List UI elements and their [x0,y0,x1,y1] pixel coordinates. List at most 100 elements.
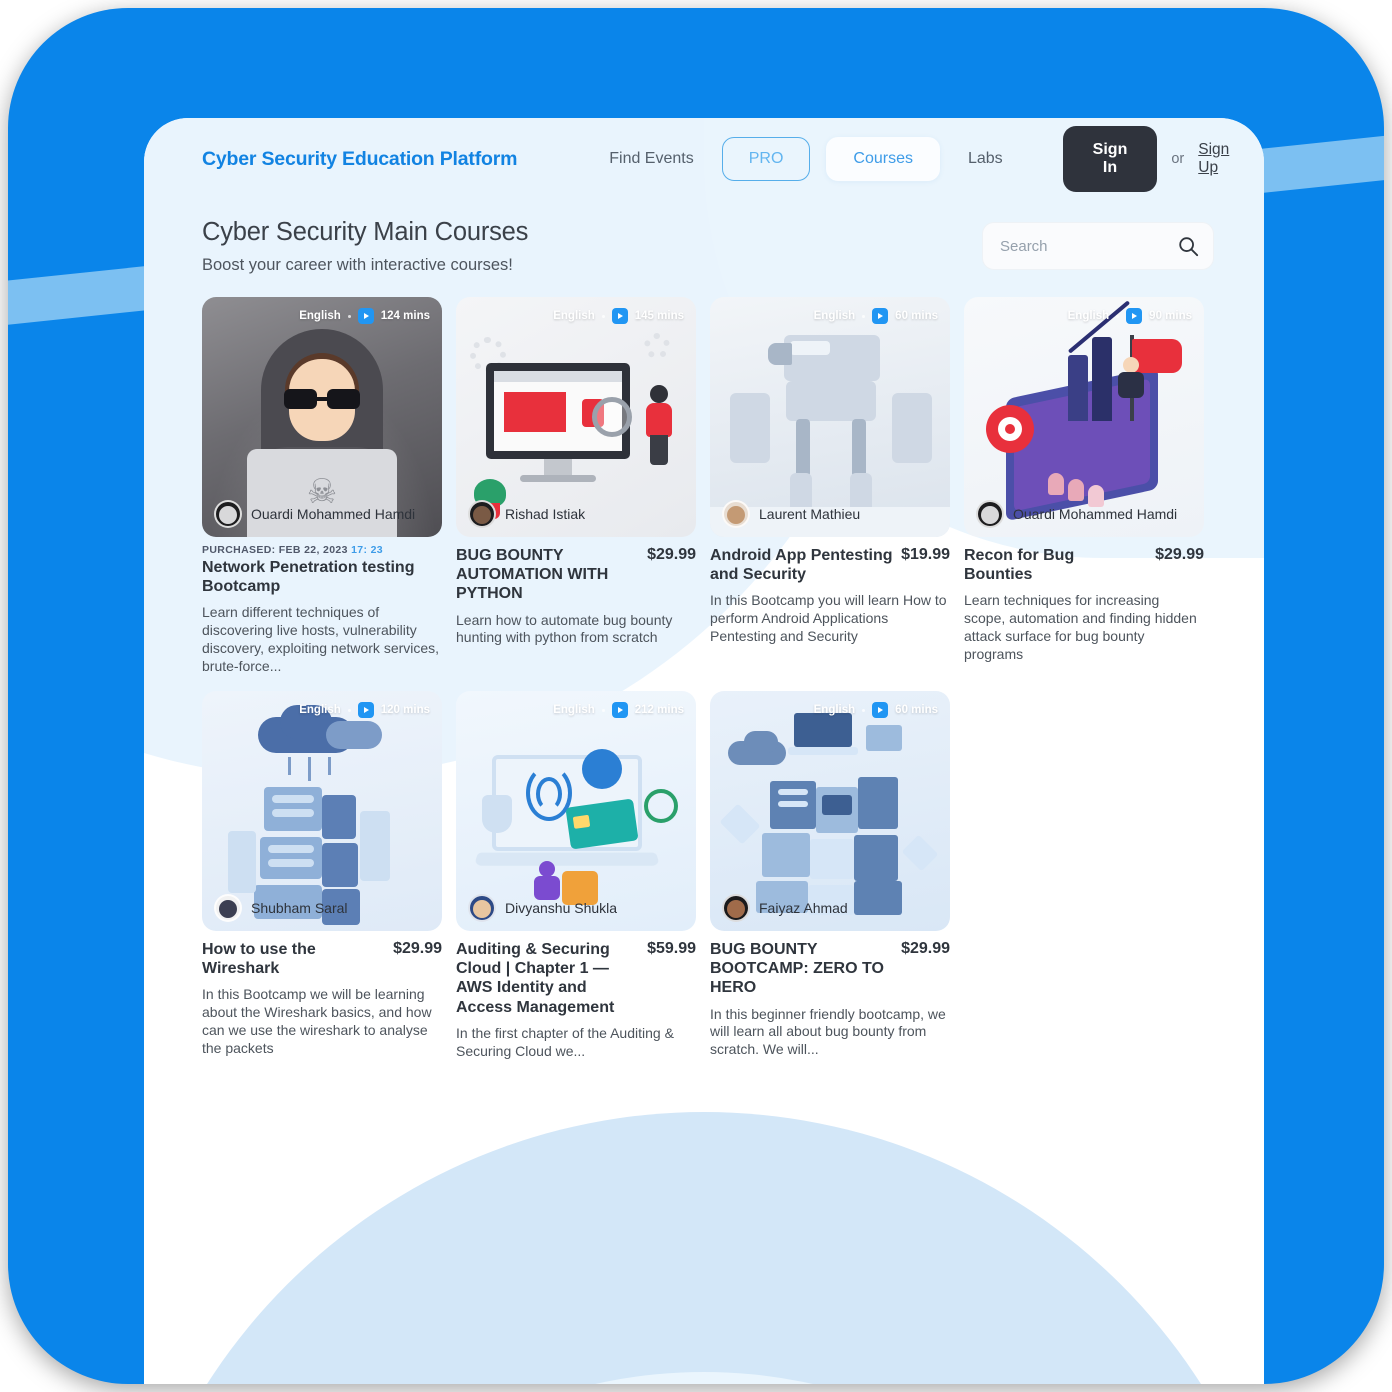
author-name: Ouardi Mohammed Hamdi [251,506,416,522]
decorative-arc-inner [204,1372,1204,1384]
course-meta-badge: English 60 mins [814,308,938,324]
course-author-row: Divyanshu Shukla [456,887,696,931]
course-title: Network Penetration testing Bootcamp [202,559,415,596]
course-grid: ☠ English 124 mins Ouardi Mohammed Hamdi… [144,275,1264,1061]
purchased-time: 17: 23 [351,544,383,556]
sign-up-link[interactable]: Sign Up [1198,141,1229,177]
language-label: English [299,310,341,322]
play-icon [611,308,628,324]
avatar [722,894,750,922]
badge-separator-dot [862,708,866,712]
language-label: English [813,704,856,716]
course-card[interactable]: English 90 mins Ouardi Mohammed Hamdi Re… [964,297,1204,664]
course-thumbnail[interactable]: English 60 mins Faiyaz Ahmad [710,691,950,931]
course-description: Learn different techniques of discoverin… [202,604,440,675]
duration-label: 60 mins [895,310,938,322]
play-icon [357,308,374,324]
purchased-label: PURCHASED: [202,544,276,556]
badge-separator-dot [1116,314,1120,318]
play-icon [611,702,628,718]
course-meta-badge: English 212 mins [553,702,684,718]
course-title: Auditing & Securing Cloud | Chapter 1 — … [456,941,615,1016]
course-price: $59.99 [647,940,696,957]
course-title: Recon for Bug Bounties [964,547,1075,584]
course-description: Learn techniques for increasing scope, a… [964,592,1197,663]
language-label: English [813,310,856,322]
course-headline: Auditing & Securing Cloud | Chapter 1 — … [456,940,696,1017]
page-heading-text: Cyber Security Main Courses Boost your c… [202,218,528,275]
page-subtitle: Boost your career with interactive cours… [202,256,513,274]
course-title: Android App Pentesting and Security [710,547,893,584]
course-author-row: Ouardi Mohammed Hamdi [964,493,1204,537]
course-card[interactable]: English 60 mins Laurent Mathieu Android … [710,297,950,646]
course-card[interactable]: English 60 mins Faiyaz Ahmad BUG BOUNTY … [710,691,950,1059]
nav-links: Find Events PRO Courses Labs [589,137,1022,181]
course-thumbnail[interactable]: English 212 mins Divyanshu Shukla [456,691,696,931]
course-thumbnail[interactable]: ☠ English 124 mins Ouardi Mohammed Hamdi [202,297,442,537]
course-card[interactable]: ☠ English 124 mins Ouardi Mohammed Hamdi… [202,297,442,676]
course-thumbnail[interactable]: English 60 mins Laurent Mathieu [710,297,950,537]
duration-label: 90 mins [1149,310,1192,322]
play-icon [357,702,374,718]
badge-separator-dot [601,314,605,318]
course-price: $19.99 [901,546,950,563]
course-headline: Android App Pentesting and Security $19.… [710,546,950,584]
avatar [976,500,1004,528]
avatar [468,500,496,528]
author-name: Shubham Saral [251,900,348,916]
course-thumbnail[interactable]: English 90 mins Ouardi Mohammed Hamdi [964,297,1204,537]
course-headline: BUG BOUNTY AUTOMATION WITH PYTHON $29.99 [456,546,696,604]
course-description: In this Bootcamp we will be learning abo… [202,986,432,1057]
language-label: English [1067,310,1110,322]
author-name: Laurent Mathieu [759,506,861,522]
search-input[interactable] [982,222,1214,270]
course-card[interactable]: English 145 mins Rishad Istiak BUG BOUNT… [456,297,696,647]
course-author-row: Rishad Istiak [456,493,696,537]
nav-item-labs[interactable]: Labs [948,140,1023,178]
language-label: English [553,310,595,322]
course-author-row: Faiyaz Ahmad [710,887,950,931]
author-name: Rishad Istiak [505,506,586,522]
duration-label: 145 mins [634,310,684,322]
course-price: $29.99 [1155,546,1204,563]
nav-item-pro[interactable]: PRO [721,137,811,181]
course-author-row: Shubham Saral [202,887,442,931]
purchased-date: FEB 22, 2023 [278,544,348,556]
purchased-info: PURCHASED: FEB 22, 2023 17: 23 [202,544,442,556]
language-label: English [299,704,341,716]
course-thumbnail[interactable]: English 145 mins Rishad Istiak [456,297,696,537]
app-background: Cyber Security Education Platform Find E… [8,8,1384,1384]
nav-item-find-events[interactable]: Find Events [589,140,713,178]
author-name: Divyanshu Shukla [505,900,618,916]
course-card[interactable]: English 212 mins Divyanshu Shukla Auditi… [456,691,696,1061]
course-title: BUG BOUNTY BOOTCAMP: ZERO TO HERO [710,941,884,997]
sign-in-button[interactable]: Sign In [1062,126,1158,192]
nav-item-courses[interactable]: Courses [826,137,940,181]
duration-label: 124 mins [380,310,430,322]
course-headline: BUG BOUNTY BOOTCAMP: ZERO TO HERO $29.99 [710,940,950,998]
avatar [214,500,242,528]
course-card[interactable]: English 120 mins Shubham Saral How to us… [202,691,442,1058]
duration-label: 120 mins [380,704,430,716]
play-icon [872,702,889,718]
course-author-row: Laurent Mathieu [710,493,950,537]
course-thumbnail[interactable]: English 120 mins Shubham Saral [202,691,442,931]
course-description: In this beginner friendly bootcamp, we w… [710,1005,946,1058]
play-icon [1126,308,1143,324]
course-headline: How to use the Wireshark $29.99 [202,940,442,978]
course-meta-badge: English 90 mins [1068,308,1192,324]
course-price: $29.99 [393,940,442,957]
badge-separator-dot [347,314,351,318]
top-navigation-bar: Cyber Security Education Platform Find E… [144,118,1264,200]
decorative-arc-outer [144,1112,1264,1384]
brand-logo-text[interactable]: Cyber Security Education Platform [202,148,517,171]
course-title: BUG BOUNTY AUTOMATION WITH PYTHON [456,547,609,603]
course-headline: Network Penetration testing Bootcamp [202,558,442,596]
or-separator-text: or [1171,151,1185,167]
course-description: Learn how to automate bug bounty hunting… [456,611,673,646]
course-description: In this Bootcamp you will learn How to p… [710,592,947,645]
play-icon [872,308,889,324]
language-label: English [553,704,595,716]
course-price: $29.99 [647,546,696,563]
avatar [468,894,496,922]
